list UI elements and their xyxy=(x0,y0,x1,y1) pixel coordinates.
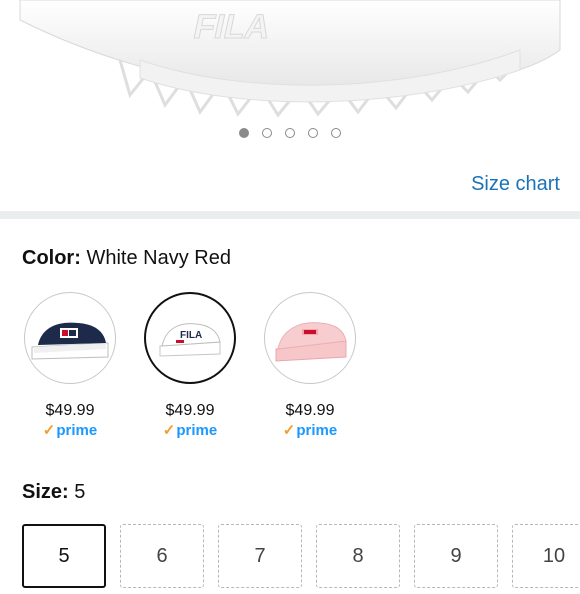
color-selector-label: Color: White Navy Red xyxy=(22,247,231,270)
carousel-dot[interactable] xyxy=(262,128,272,138)
swatch-price: $49.99 xyxy=(45,402,95,419)
carousel-dot[interactable] xyxy=(239,128,249,138)
product-image[interactable]: FILA xyxy=(0,0,580,120)
size-selector-label: Size: 5 xyxy=(22,481,85,504)
carousel-dot[interactable] xyxy=(308,128,318,138)
color-value: White Navy Red xyxy=(86,247,231,269)
size-options: 5 6 7 8 9 10 xyxy=(22,524,580,594)
size-option-9[interactable]: 9 xyxy=(414,524,498,588)
size-chart-link[interactable]: Size chart xyxy=(471,173,560,196)
size-option-7[interactable]: 7 xyxy=(218,524,302,588)
size-option-5[interactable]: 5 xyxy=(22,524,106,588)
svg-text:FILA: FILA xyxy=(180,330,202,341)
swatch-navy-image[interactable] xyxy=(24,292,116,384)
swatch-price: $49.99 xyxy=(165,402,215,419)
carousel-dot[interactable] xyxy=(285,128,295,138)
prime-check-icon: ✓ xyxy=(42,422,56,439)
swatch-pink-image[interactable] xyxy=(264,292,356,384)
prime-text: prime xyxy=(176,422,218,439)
carousel-dots xyxy=(0,128,580,142)
prime-check-icon: ✓ xyxy=(282,422,296,439)
prime-text: prime xyxy=(56,422,98,439)
brand-logo: FILA xyxy=(190,8,274,46)
color-swatches: $49.99 ✓prime FILA $49.99 ✓prime $49.99 … xyxy=(22,292,562,452)
sandal-sole-illustration: FILA xyxy=(19,0,561,118)
size-label: Size: xyxy=(22,481,69,503)
prime-check-icon: ✓ xyxy=(162,422,176,439)
prime-badge: ✓prime xyxy=(22,421,118,439)
navy-slide-sandal-icon xyxy=(31,322,109,360)
swatch-white-image[interactable]: FILA xyxy=(144,292,236,384)
white-slide-sandal-icon: FILA xyxy=(159,323,221,357)
size-option-6[interactable]: 6 xyxy=(120,524,204,588)
prime-text: prime xyxy=(296,422,338,439)
prime-badge: ✓prime xyxy=(142,421,238,439)
swatch-pink[interactable]: $49.99 ✓prime xyxy=(262,292,358,439)
carousel-dot[interactable] xyxy=(331,128,341,138)
swatch-navy[interactable]: $49.99 ✓prime xyxy=(22,292,118,439)
size-option-8[interactable]: 8 xyxy=(316,524,400,588)
section-divider xyxy=(0,211,580,219)
prime-badge: ✓prime xyxy=(262,421,358,439)
swatch-white[interactable]: FILA $49.99 ✓prime xyxy=(142,292,238,439)
color-label: Color: xyxy=(22,247,81,269)
size-option-10[interactable]: 10 xyxy=(512,524,580,588)
swatch-price: $49.99 xyxy=(285,402,335,419)
pink-slide-sandal-icon xyxy=(275,322,347,362)
size-value: 5 xyxy=(74,481,86,503)
